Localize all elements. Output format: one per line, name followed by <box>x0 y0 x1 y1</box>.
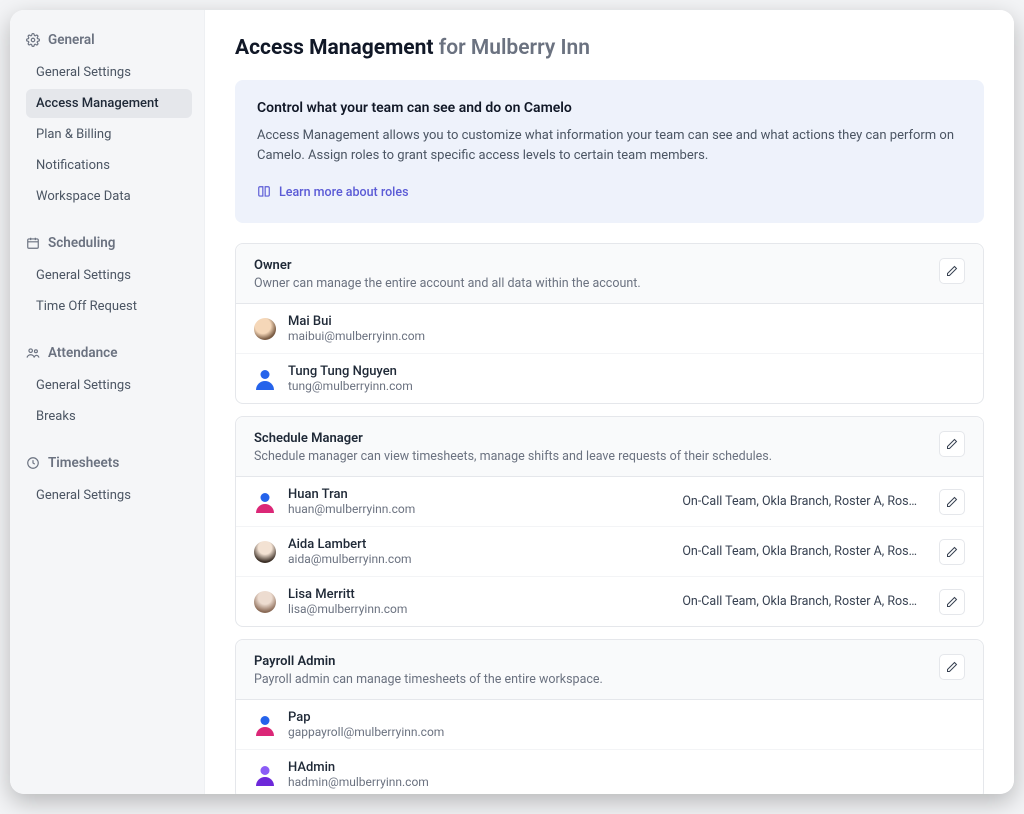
edit-role-button[interactable] <box>939 654 965 680</box>
info-title: Control what your team can see and do on… <box>257 100 962 116</box>
app-window: General General Settings Access Manageme… <box>10 10 1014 794</box>
member-row: Lisa Merrittlisa@mulberryinn.com On-Call … <box>236 577 983 626</box>
page-title: Access Management for Mulberry Inn <box>235 36 984 60</box>
roles-container: Owner Owner can manage the entire account… <box>235 243 984 794</box>
calendar-icon <box>26 236 40 250</box>
edit-member-button[interactable] <box>939 539 965 565</box>
avatar <box>254 491 276 513</box>
people-icon <box>26 346 40 360</box>
sidebar-item-att-general[interactable]: General Settings <box>26 371 192 400</box>
sidebar-section-timesheets: Timesheets General Settings <box>26 455 192 510</box>
sidebar-item-time-off-request[interactable]: Time Off Request <box>26 292 192 321</box>
sidebar-header-label: Timesheets <box>48 455 119 471</box>
sidebar-header-label: Scheduling <box>48 235 115 251</box>
role-description: Owner can manage the entire account and … <box>254 276 939 291</box>
member-text: Tung Tung Nguyentung@mulberryinn.com <box>288 364 965 393</box>
member-name: Huan Tran <box>288 487 670 502</box>
sidebar-item-general-settings[interactable]: General Settings <box>26 58 192 87</box>
avatar <box>254 714 276 736</box>
avatar <box>254 368 276 390</box>
member-email: huan@mulberryinn.com <box>288 502 670 516</box>
sidebar: General General Settings Access Manageme… <box>10 10 205 794</box>
member-email: maibui@mulberryinn.com <box>288 329 965 343</box>
edit-member-button[interactable] <box>939 589 965 615</box>
avatar <box>254 318 276 340</box>
info-card: Control what your team can see and do on… <box>235 80 984 223</box>
role-block: Schedule Manager Schedule manager can vie… <box>235 416 984 627</box>
role-block: Payroll Admin Payroll admin can manage ti… <box>235 639 984 794</box>
sidebar-item-breaks[interactable]: Breaks <box>26 402 192 431</box>
sidebar-item-sched-general[interactable]: General Settings <box>26 261 192 290</box>
sidebar-header-label: Attendance <box>48 345 117 361</box>
member-text: Mai Buimaibui@mulberryinn.com <box>288 314 965 343</box>
role-name: Schedule Manager <box>254 431 939 446</box>
edit-role-button[interactable] <box>939 258 965 284</box>
member-row: Aida Lambertaida@mulberryinn.com On-Call … <box>236 527 983 577</box>
avatar <box>254 541 276 563</box>
member-name: Tung Tung Nguyen <box>288 364 965 379</box>
member-scope: On-Call Team, Okla Branch, Roster A, Ros… <box>682 494 917 509</box>
page-title-suffix: for Mulberry Inn <box>439 36 590 60</box>
sidebar-header-general: General <box>26 32 192 48</box>
member-row: Papgappayroll@mulberryinn.com <box>236 700 983 750</box>
member-email: lisa@mulberryinn.com <box>288 602 670 616</box>
member-text: Lisa Merrittlisa@mulberryinn.com <box>288 587 670 616</box>
member-text: HAdminhadmin@mulberryinn.com <box>288 760 965 789</box>
sidebar-header-attendance: Attendance <box>26 345 192 361</box>
learn-more-label: Learn more about roles <box>279 185 409 200</box>
member-scope: On-Call Team, Okla Branch, Roster A, Ros… <box>682 594 917 609</box>
member-email: aida@mulberryinn.com <box>288 552 670 566</box>
role-name: Owner <box>254 258 939 273</box>
gear-icon <box>26 33 40 47</box>
member-name: Mai Bui <box>288 314 965 329</box>
member-email: gappayroll@mulberryinn.com <box>288 725 965 739</box>
role-header: Owner Owner can manage the entire account… <box>236 244 983 304</box>
role-header: Payroll Admin Payroll admin can manage ti… <box>236 640 983 700</box>
member-email: hadmin@mulberryinn.com <box>288 775 965 789</box>
sidebar-item-workspace-data[interactable]: Workspace Data <box>26 182 192 211</box>
role-description: Payroll admin can manage timesheets of t… <box>254 672 939 687</box>
member-email: tung@mulberryinn.com <box>288 379 965 393</box>
member-row: HAdminhadmin@mulberryinn.com <box>236 750 983 794</box>
member-text: Papgappayroll@mulberryinn.com <box>288 710 965 739</box>
role-block: Owner Owner can manage the entire account… <box>235 243 984 404</box>
sidebar-header-scheduling: Scheduling <box>26 235 192 251</box>
clock-icon <box>26 456 40 470</box>
member-scope: On-Call Team, Okla Branch, Roster A, Ros… <box>682 544 917 559</box>
role-header: Schedule Manager Schedule manager can vie… <box>236 417 983 477</box>
member-name: HAdmin <box>288 760 965 775</box>
sidebar-item-notifications[interactable]: Notifications <box>26 151 192 180</box>
member-text: Huan Tranhuan@mulberryinn.com <box>288 487 670 516</box>
learn-more-link[interactable]: Learn more about roles <box>257 185 409 200</box>
sidebar-section-general: General General Settings Access Manageme… <box>26 32 192 211</box>
member-name: Lisa Merritt <box>288 587 670 602</box>
sidebar-item-plan-billing[interactable]: Plan & Billing <box>26 120 192 149</box>
sidebar-header-timesheets: Timesheets <box>26 455 192 471</box>
main-content: Access Management for Mulberry Inn Contr… <box>205 10 1014 794</box>
member-text: Aida Lambertaida@mulberryinn.com <box>288 537 670 566</box>
edit-role-button[interactable] <box>939 431 965 457</box>
member-row: Huan Tranhuan@mulberryinn.com On-Call Tea… <box>236 477 983 527</box>
sidebar-section-scheduling: Scheduling General Settings Time Off Req… <box>26 235 192 321</box>
role-description: Schedule manager can view timesheets, ma… <box>254 449 939 464</box>
member-name: Aida Lambert <box>288 537 670 552</box>
sidebar-header-label: General <box>48 32 95 48</box>
book-icon <box>257 185 271 199</box>
edit-member-button[interactable] <box>939 489 965 515</box>
member-name: Pap <box>288 710 965 725</box>
role-name: Payroll Admin <box>254 654 939 669</box>
page-title-prefix: Access Management <box>235 36 434 60</box>
sidebar-section-attendance: Attendance General Settings Breaks <box>26 345 192 431</box>
info-body: Access Management allows you to customiz… <box>257 126 962 166</box>
member-row: Tung Tung Nguyentung@mulberryinn.com <box>236 354 983 403</box>
member-row: Mai Buimaibui@mulberryinn.com <box>236 304 983 354</box>
sidebar-item-access-management[interactable]: Access Management <box>26 89 192 118</box>
avatar <box>254 591 276 613</box>
avatar <box>254 764 276 786</box>
sidebar-item-ts-general[interactable]: General Settings <box>26 481 192 510</box>
